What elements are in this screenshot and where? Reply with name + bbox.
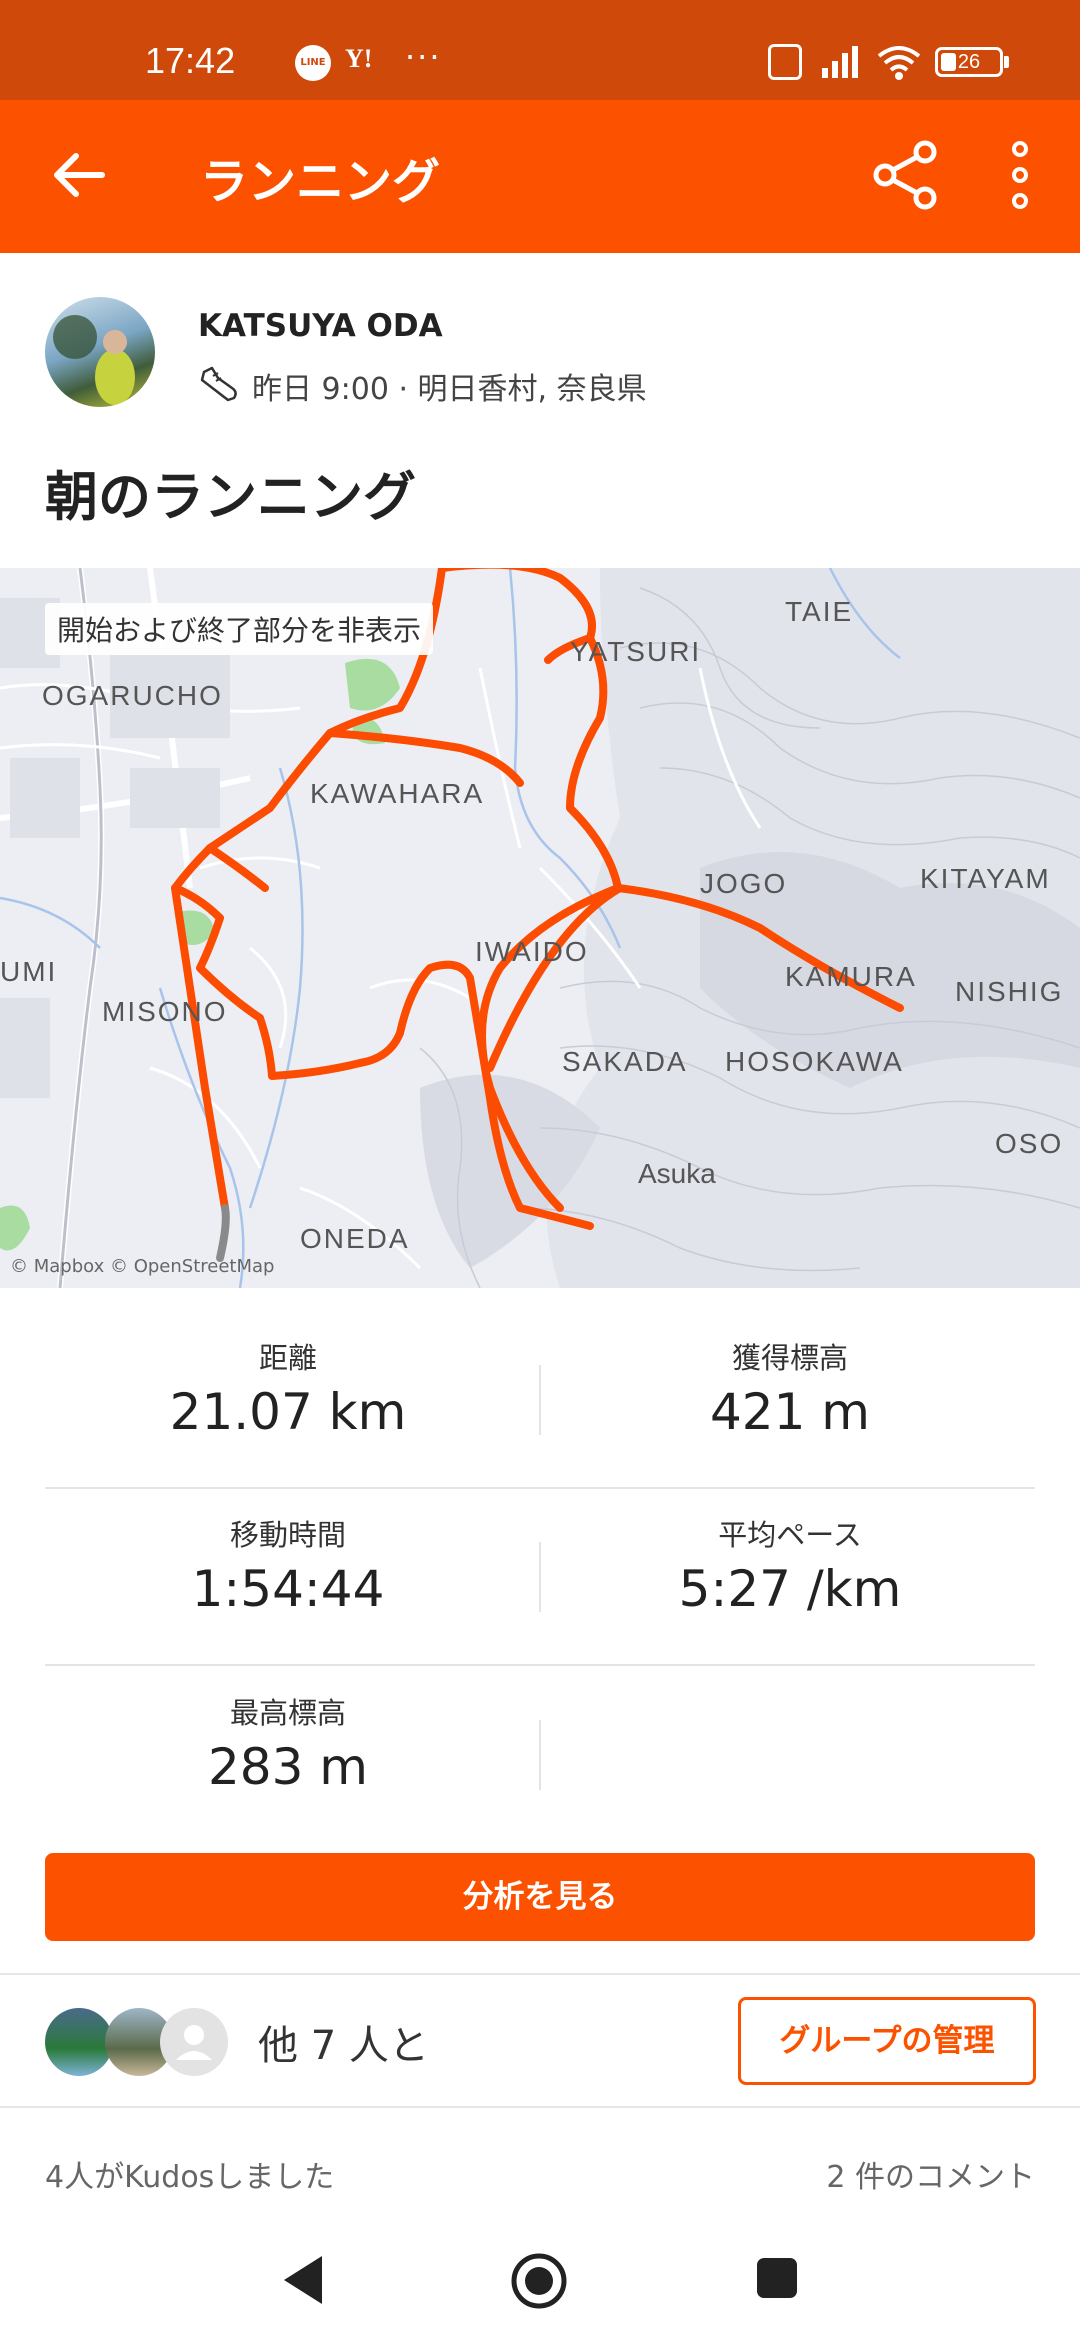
row-divider xyxy=(45,1664,1035,1666)
map-label: IWAIDO xyxy=(475,936,589,967)
battery-icon: 26 xyxy=(935,47,1003,77)
group-members-text[interactable]: 他 7 人と xyxy=(258,2013,429,2071)
app-bar: ランニング xyxy=(0,100,1080,253)
view-analysis-button[interactable]: 分析を見る xyxy=(45,1853,1035,1941)
battery-percent: 26 xyxy=(957,51,981,73)
stat-elevation-gain: 獲得標高 421 m xyxy=(520,1335,1060,1441)
manage-group-button[interactable]: グループの管理 xyxy=(738,1997,1036,2085)
wifi-icon xyxy=(877,46,921,80)
stat-value: 421 m xyxy=(709,1383,871,1441)
nav-recent-icon[interactable] xyxy=(755,2256,799,2300)
map-label: ONEDA xyxy=(300,1223,410,1254)
hide-start-end-toggle[interactable]: 開始および終了部分を非表示 xyxy=(45,603,434,655)
section-divider xyxy=(0,1973,1080,1975)
map-label: NISHIG xyxy=(955,976,1064,1007)
stat-avg-pace: 平均ペース 5:27 /km xyxy=(520,1512,1060,1618)
stat-label: 最高標高 xyxy=(229,1696,346,1730)
stat-distance: 距離 21.07 km xyxy=(18,1335,558,1441)
group-avatar-placeholder[interactable] xyxy=(160,2008,228,2076)
row-divider xyxy=(45,1487,1035,1489)
map-label: TAIE xyxy=(785,596,854,627)
back-arrow-icon[interactable] xyxy=(40,135,120,215)
map-label: OGARUCHO xyxy=(42,680,223,711)
signal-icon xyxy=(822,46,858,78)
line-icon: LINE xyxy=(295,45,331,81)
nfc-icon xyxy=(768,44,802,80)
map-label: KITAYAM xyxy=(920,863,1051,894)
status-bar: 17:42 LINE Y! ··· 26 xyxy=(0,0,1080,100)
stat-label: 距離 xyxy=(258,1341,317,1375)
map-label: MISONO xyxy=(102,996,228,1027)
nav-back-icon[interactable] xyxy=(278,2252,328,2308)
comments-count[interactable]: 2 件のコメント xyxy=(826,2152,1035,2196)
section-divider xyxy=(0,2106,1080,2108)
share-icon[interactable] xyxy=(865,135,945,215)
stat-label: 平均ペース xyxy=(718,1518,862,1552)
system-nav-bar xyxy=(0,2220,1080,2340)
battery-tip xyxy=(1004,56,1009,68)
stat-label: 獲得標高 xyxy=(731,1341,848,1375)
route-map[interactable]: 開始および終了部分を非表示 TAIE YATSURI OGARUCHO KAWA… xyxy=(0,568,1080,1288)
map-label: KAMURA xyxy=(785,961,917,992)
nav-home-icon[interactable] xyxy=(510,2252,568,2310)
map-label: HOSOKAWA xyxy=(725,1046,904,1077)
yahoo-icon: Y! xyxy=(345,44,373,73)
more-notifications-icon: ··· xyxy=(405,38,442,76)
map-label: JOGO xyxy=(700,868,788,899)
activity-meta: 昨日 9:00 · 明日香村, 奈良県 xyxy=(252,372,647,407)
map-label: Asuka xyxy=(638,1158,716,1189)
page-title: ランニング xyxy=(200,154,441,210)
stat-divider xyxy=(539,1720,541,1790)
map-attribution[interactable]: © Mapbox © OpenStreetMap xyxy=(10,1256,274,1277)
map-base xyxy=(0,568,1080,1288)
stat-label: 移動時間 xyxy=(229,1518,346,1552)
more-vertical-icon[interactable] xyxy=(990,135,1050,215)
activity-title: 朝のランニング xyxy=(45,467,416,528)
status-time: 17:42 xyxy=(145,40,236,81)
stat-value: 5:27 /km xyxy=(678,1560,902,1618)
stat-value: 1:54:44 xyxy=(191,1560,385,1618)
map-label: KAWAHARA xyxy=(310,778,485,809)
stat-max-elevation: 最高標高 283 m xyxy=(18,1690,558,1796)
group-avatar[interactable] xyxy=(45,2008,113,2076)
stat-value: 283 m xyxy=(207,1738,369,1796)
kudos-count[interactable]: 4人がKudosしました xyxy=(45,2152,334,2196)
stat-value: 21.07 km xyxy=(169,1383,407,1441)
map-label: SAKADA xyxy=(562,1046,688,1077)
map-label: YATSURI xyxy=(570,636,702,667)
stat-moving-time: 移動時間 1:54:44 xyxy=(18,1512,558,1618)
athlete-name[interactable]: KATSUYA ODA xyxy=(198,308,443,344)
shoe-icon xyxy=(200,366,237,402)
athlete-avatar[interactable] xyxy=(45,297,155,407)
map-label: OSO xyxy=(995,1128,1064,1159)
map-label: UMI xyxy=(0,956,58,987)
